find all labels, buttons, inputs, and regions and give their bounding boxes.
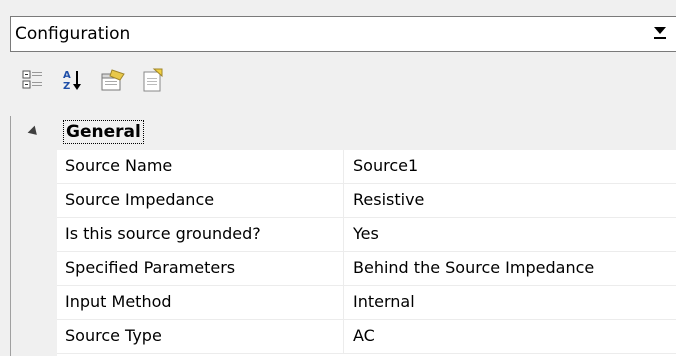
collapse-triangle-icon[interactable]: [27, 125, 41, 139]
column-divider[interactable]: [343, 252, 344, 286]
property-row-input-method[interactable]: Input Method Internal: [57, 286, 676, 320]
property-value[interactable]: Internal: [353, 292, 415, 311]
dropdown-arrow-underline: [654, 37, 666, 39]
categorized-icon: [22, 70, 42, 89]
property-toolbar: A Z: [16, 60, 170, 100]
property-name: Source Impedance: [65, 190, 215, 209]
alphabetical-button[interactable]: A Z: [56, 64, 90, 96]
svg-text:Z: Z: [63, 81, 70, 92]
category-row-general[interactable]: General: [11, 116, 676, 150]
object-selector-value: Configuration: [15, 24, 131, 44]
property-pages-button[interactable]: [96, 64, 130, 96]
property-row-source-type[interactable]: Source Type AC: [57, 320, 676, 354]
column-divider[interactable]: [343, 184, 344, 218]
property-name: Source Type: [65, 326, 162, 345]
property-row-source-name[interactable]: Source Name Source1: [57, 150, 676, 184]
categorized-button[interactable]: [16, 64, 50, 96]
property-name: Input Method: [65, 292, 172, 311]
events-button[interactable]: [136, 64, 170, 96]
property-grid: General Source Name Source1 Source Imped…: [10, 116, 676, 356]
column-divider[interactable]: [343, 286, 344, 320]
events-icon: [143, 68, 163, 92]
object-selector-combobox[interactable]: Configuration: [10, 16, 676, 52]
property-name: Source Name: [65, 156, 173, 175]
svg-text:A: A: [63, 70, 71, 81]
property-row-source-impedance[interactable]: Source Impedance Resistive: [57, 184, 676, 218]
property-row-grounded[interactable]: Is this source grounded? Yes: [57, 218, 676, 252]
property-value[interactable]: Source1: [353, 156, 418, 175]
property-window: Configuration A Z General Source Name So…: [0, 0, 676, 356]
property-value[interactable]: Resistive: [353, 190, 424, 209]
property-grid-gutter: [11, 116, 57, 356]
property-pages-icon: [101, 69, 125, 91]
property-value[interactable]: AC: [353, 326, 375, 345]
column-divider[interactable]: [343, 150, 344, 184]
property-row-specified-parameters[interactable]: Specified Parameters Behind the Source I…: [57, 252, 676, 286]
column-divider[interactable]: [343, 218, 344, 252]
dropdown-arrow-icon[interactable]: [654, 27, 666, 34]
property-name: Is this source grounded?: [65, 224, 261, 243]
alphabetical-sort-icon: A Z: [63, 70, 81, 92]
column-divider[interactable]: [343, 320, 344, 354]
category-label: General: [63, 120, 144, 144]
property-value[interactable]: Behind the Source Impedance: [353, 258, 594, 277]
property-value[interactable]: Yes: [353, 224, 379, 243]
property-name: Specified Parameters: [65, 258, 236, 277]
